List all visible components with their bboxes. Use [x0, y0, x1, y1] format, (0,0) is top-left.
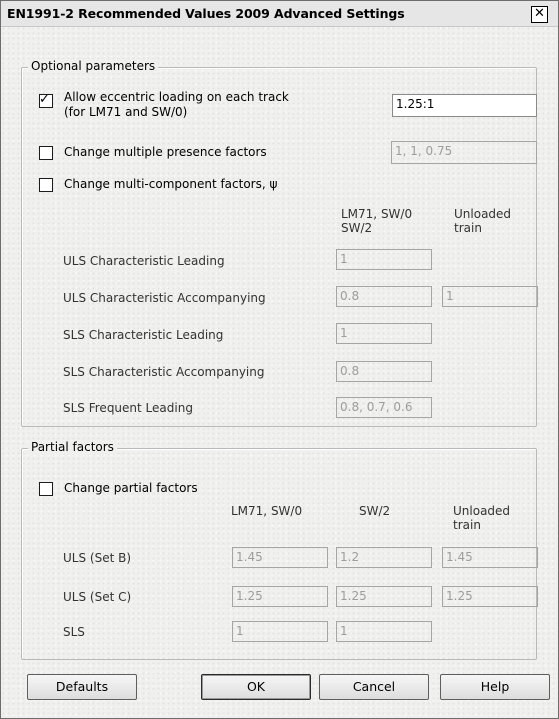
change-partial-factors-checkbox[interactable]	[39, 482, 53, 496]
eccentric-loading-checkbox[interactable]: ✓	[39, 92, 53, 108]
uls-set-c-unloaded-input[interactable]: 1.25	[442, 586, 538, 607]
uls-set-b-sw2-input[interactable]: 1.2	[336, 547, 432, 568]
close-icon[interactable]: ✕	[531, 6, 548, 23]
sls-char-accompanying-lm71-input[interactable]: 0.8	[336, 361, 432, 382]
optional-parameters-legend: Optional parameters	[28, 59, 159, 73]
partial-factors-legend: Partial factors	[28, 440, 117, 454]
uls-set-c-sw2-input[interactable]: 1.25	[336, 586, 432, 607]
psi-factors-label: Change multi-component factors, ψ	[64, 177, 278, 191]
uls-char-accompanying-lm71-input[interactable]: 0.8	[336, 286, 432, 307]
eccentric-loading-label-line2: (for LM71 and SW/0)	[64, 105, 188, 119]
sls-sw2-input[interactable]: 1	[336, 621, 432, 642]
uls-char-leading-lm71-input[interactable]: 1	[336, 249, 432, 270]
checkmark-icon: ✓	[39, 92, 50, 107]
presence-factors-checkbox[interactable]	[39, 146, 53, 160]
partial-row-label: ULS (Set B)	[63, 551, 132, 565]
sls-lm71-input[interactable]: 1	[232, 621, 328, 642]
eccentric-loading-label-line1: Allow eccentric loading on each track	[64, 90, 289, 104]
col-lm71-header-line2: SW/2	[341, 221, 373, 235]
uls-set-b-unloaded-input[interactable]: 1.45	[442, 547, 538, 568]
partial-col-unloaded-header-line2: train	[453, 518, 481, 532]
change-partial-factors-label: Change partial factors	[64, 481, 198, 495]
presence-factors-label: Change multiple presence factors	[64, 145, 267, 159]
col-unloaded-header-line2: train	[454, 221, 482, 235]
partial-col-sw2-header: SW/2	[359, 504, 391, 518]
presence-factors-input[interactable]: 1, 1, 0.75	[391, 141, 537, 164]
partial-row-label: ULS (Set C)	[63, 590, 132, 604]
uls-char-accompanying-unloaded-input[interactable]: 1	[442, 286, 538, 307]
psi-row-label: SLS Characteristic Leading	[63, 328, 224, 342]
ok-button[interactable]: OK	[201, 674, 311, 700]
cancel-button[interactable]: Cancel	[319, 674, 429, 700]
psi-row-label: SLS Characteristic Accompanying	[63, 365, 265, 379]
uls-set-b-lm71-input[interactable]: 1.45	[232, 547, 328, 568]
partial-col-unloaded-header-line1: Unloaded	[453, 504, 511, 518]
advanced-settings-dialog: EN1991-2 Recommended Values 2009 Advance…	[0, 0, 559, 719]
title-bar: EN1991-2 Recommended Values 2009 Advance…	[1, 1, 558, 27]
psi-factors-checkbox[interactable]	[39, 178, 53, 192]
psi-row-label: ULS Characteristic Accompanying	[63, 291, 266, 305]
col-unloaded-header-line1: Unloaded	[454, 207, 512, 221]
psi-row-label: ULS Characteristic Leading	[63, 254, 225, 268]
partial-row-label: SLS	[63, 625, 85, 639]
defaults-button[interactable]: Defaults	[27, 674, 137, 700]
psi-row-label: SLS Frequent Leading	[63, 401, 193, 415]
help-button[interactable]: Help	[440, 674, 550, 700]
sls-frequent-leading-lm71-input[interactable]: 0.8, 0.7, 0.6	[336, 397, 432, 418]
partial-col-lm71-header: LM71, SW/0	[231, 504, 303, 518]
window-title: EN1991-2 Recommended Values 2009 Advance…	[7, 6, 405, 21]
eccentric-ratio-input[interactable]: 1.25:1	[392, 94, 537, 117]
col-lm71-header-line1: LM71, SW/0	[341, 207, 413, 221]
sls-char-leading-lm71-input[interactable]: 1	[336, 323, 432, 344]
uls-set-c-lm71-input[interactable]: 1.25	[232, 586, 328, 607]
